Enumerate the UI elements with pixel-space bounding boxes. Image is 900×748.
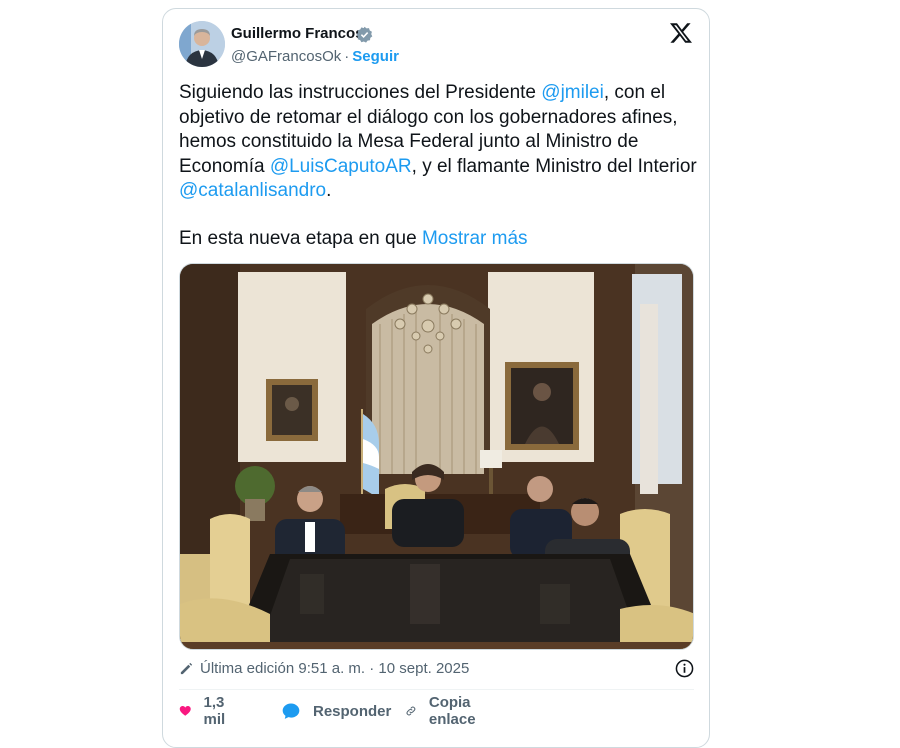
tweet-card: Guillermo Francos @GAFrancosOk · Seguir Si… xyxy=(162,8,710,748)
tweet-text-part: . xyxy=(326,180,332,201)
follow-button[interactable]: Seguir xyxy=(352,48,399,65)
truncated-line: En esta nueva etapa en que Mostrar más xyxy=(179,227,528,251)
handle-row: @GAFrancosOk · Seguir xyxy=(231,48,399,65)
copy-link-button[interactable]: Copia enlace xyxy=(405,694,484,728)
like-count: 1,3 mil xyxy=(203,694,226,728)
author-name[interactable]: Guillermo Francos xyxy=(231,25,364,42)
tweet-photo[interactable] xyxy=(179,263,694,650)
tweet-text: Siguiendo las instrucciones del Presiden… xyxy=(179,81,699,204)
show-more-link[interactable]: Mostrar más xyxy=(422,228,528,249)
divider xyxy=(179,689,694,690)
like-button[interactable]: 1,3 mil xyxy=(179,694,233,728)
reply-bubble-icon xyxy=(282,703,300,719)
heart-icon xyxy=(179,706,191,716)
edited-timestamp[interactable]: Última edición 9:51 a. m. · 10 sept. 202… xyxy=(200,660,469,677)
truncated-text: En esta nueva etapa en que xyxy=(179,228,422,249)
x-logo-icon[interactable] xyxy=(669,21,693,45)
separator-dot: · xyxy=(344,48,350,65)
mention-luiscaputoar[interactable]: @LuisCaputoAR xyxy=(270,156,412,177)
link-icon xyxy=(406,706,416,716)
reply-button[interactable]: Responder xyxy=(281,699,391,723)
reply-label: Responder xyxy=(313,702,392,720)
mention-jmilei[interactable]: @jmilei xyxy=(541,82,604,103)
tweet-text-part: , y el flamante Ministro del Interior xyxy=(411,155,697,177)
tweet-text-part: Siguiendo las instrucciones del Presiden… xyxy=(179,82,542,103)
author-handle[interactable]: @GAFrancosOk xyxy=(231,48,341,65)
copy-link-label: Copia enlace xyxy=(428,694,476,728)
edit-info-row: Última edición 9:51 a. m. · 10 sept. 202… xyxy=(179,659,694,679)
pencil-icon xyxy=(180,662,193,675)
mention-catalanlisandro[interactable]: @catalanlisandro xyxy=(179,180,326,201)
author-avatar[interactable] xyxy=(179,21,225,67)
info-icon[interactable] xyxy=(675,659,694,678)
verified-badge-icon xyxy=(356,26,373,43)
